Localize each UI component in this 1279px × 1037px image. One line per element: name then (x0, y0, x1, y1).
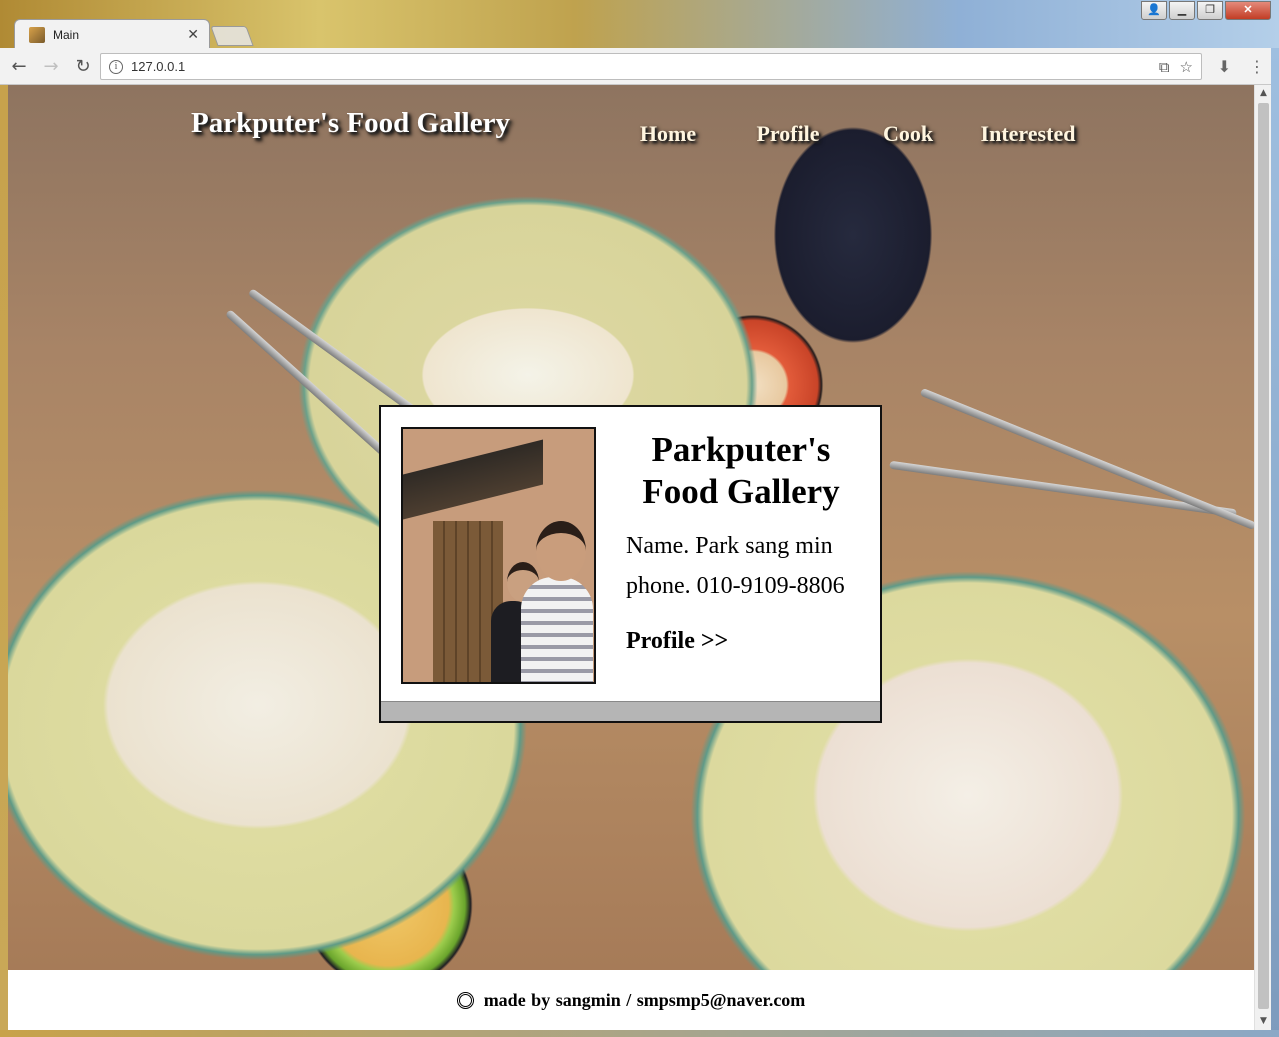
new-tab-button[interactable] (210, 26, 254, 46)
scroll-up-icon[interactable]: ▲ (1255, 85, 1272, 102)
address-bar[interactable]: i 127.0.0.1 ⧉ ☆ (100, 53, 1202, 80)
browser-tab-main[interactable]: Main ✕ (14, 19, 210, 49)
translate-icon[interactable]: ⧉ (1159, 58, 1170, 76)
footer-text: made by sangmin / smpsmp5@naver.com (483, 989, 806, 1010)
scroll-down-icon[interactable]: ▼ (1255, 1013, 1272, 1030)
main-nav: Home Profile Cook Interested (608, 121, 1088, 147)
kebab-menu-icon[interactable]: ⋮ (1249, 57, 1265, 76)
close-window-button[interactable]: ✕ (1225, 1, 1271, 20)
browser-toolbar: ← → ↻ i 127.0.0.1 ⧉ ☆ ⬇ ⋮ (0, 48, 1279, 85)
download-icon[interactable]: ⬇ (1218, 57, 1231, 76)
profile-card: Parkputer's Food Gallery Name. Park sang… (379, 405, 882, 723)
page-viewport: Parkputer's Food Gallery Home Profile Co… (8, 85, 1254, 1030)
photo-person (521, 577, 593, 682)
page-scrollbar[interactable]: ▲ ▼ (1254, 85, 1271, 1030)
window-controls: 👤 ▁ ❐ ✕ (1141, 1, 1271, 20)
copyright-icon (456, 991, 474, 1009)
page-footer: made by sangmin / smpsmp5@naver.com (8, 970, 1254, 1030)
reload-icon[interactable]: ↻ (70, 53, 96, 79)
card-title: Parkputer's Food Gallery (642, 430, 840, 511)
window-frame-left (0, 85, 8, 1030)
nav-home[interactable]: Home (608, 121, 728, 147)
hero-food-background-image: Parkputer's Food Gallery Home Profile Co… (8, 85, 1254, 970)
nav-cook[interactable]: Cook (848, 121, 968, 147)
nav-profile[interactable]: Profile (728, 121, 848, 147)
back-arrow-icon[interactable]: ← (6, 53, 32, 79)
window-frame-bottom (0, 1030, 1279, 1037)
profile-link[interactable]: Profile >> (626, 628, 728, 655)
forward-arrow-icon[interactable]: → (38, 53, 64, 79)
card-footer-bar (381, 701, 880, 721)
chopstick-image (889, 460, 1237, 518)
url-text[interactable]: 127.0.0.1 (131, 59, 1149, 74)
star-icon[interactable]: ☆ (1180, 58, 1193, 76)
minimize-button[interactable]: ▁ (1169, 1, 1195, 20)
tab-close-icon[interactable]: ✕ (187, 26, 199, 43)
profile-photo (401, 427, 596, 684)
maximize-button[interactable]: ❐ (1197, 1, 1223, 20)
scrollbar-thumb[interactable] (1258, 103, 1269, 1009)
tab-title: Main (53, 27, 80, 42)
photo-head (536, 521, 586, 581)
photo-roof (403, 439, 543, 520)
user-profile-button[interactable]: 👤 (1141, 1, 1167, 20)
site-title: Parkputer's Food Gallery (191, 107, 510, 139)
card-name: Name. Park sang min (626, 533, 833, 559)
card-phone: phone. 010-9109-8806 (626, 573, 845, 599)
chopstick-image (919, 387, 1254, 531)
info-icon[interactable]: i (109, 59, 123, 74)
favicon-icon (29, 26, 45, 43)
window-frame-right (1271, 48, 1279, 1037)
nav-interested[interactable]: Interested (968, 121, 1088, 147)
